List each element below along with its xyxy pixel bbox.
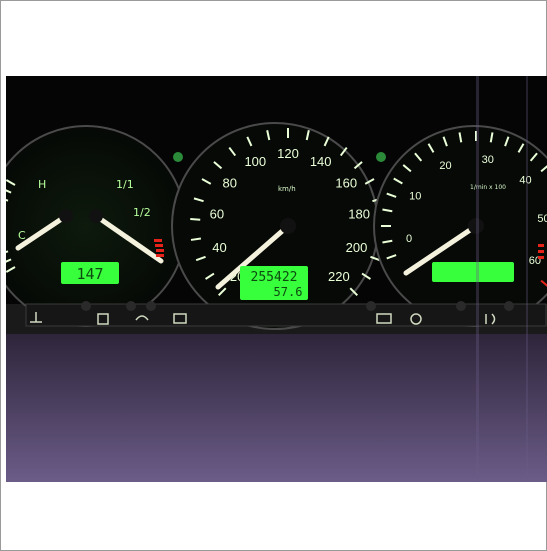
speed-unit: km/h bbox=[278, 185, 296, 193]
gauge-label: 140 bbox=[310, 154, 332, 169]
left-gauge-cluster: H C 1/1 1/2 147 bbox=[6, 125, 187, 327]
gauge-tick bbox=[190, 237, 202, 241]
tach-lcd bbox=[432, 262, 514, 282]
gauge-label: 120 bbox=[277, 146, 299, 161]
speedometer: 20406080100120140160180200220 km/h 25542… bbox=[171, 122, 386, 330]
gauge-label: 30 bbox=[482, 154, 494, 166]
trip-value: 57.6 bbox=[274, 285, 303, 299]
dashboard-lower-panel bbox=[6, 326, 547, 482]
left-lcd-value: 147 bbox=[76, 265, 103, 283]
gauge-label: 200 bbox=[346, 240, 368, 255]
gauge-label: 220 bbox=[328, 269, 350, 284]
gauge-label: 160 bbox=[335, 176, 357, 191]
gauge-tick bbox=[190, 218, 201, 221]
indicator-left-icon bbox=[173, 152, 183, 162]
gauge-label: 100 bbox=[244, 154, 266, 169]
gauge-label: 10 bbox=[409, 190, 421, 202]
indicator-right-icon bbox=[376, 152, 386, 162]
dashboard-photo: H C 1/1 1/2 147 20 40 60 80 100 120 140 160 180 2… bbox=[6, 76, 547, 482]
gauge-label: 60 bbox=[210, 207, 224, 222]
gauge-label: 0 bbox=[406, 233, 412, 245]
tachometer: 0102030405060 1/min x 100 bbox=[373, 125, 547, 327]
odometer-value: 255422 bbox=[251, 270, 298, 285]
gauge-label: 80 bbox=[223, 176, 237, 191]
temp-cold-label: C bbox=[18, 229, 26, 242]
gauge-label: 20 bbox=[439, 160, 451, 172]
temp-hot-label: H bbox=[38, 178, 46, 191]
gauge-label: 40 bbox=[519, 174, 531, 186]
gauge-label: 50 bbox=[537, 213, 547, 225]
tach-unit: 1/min x 100 bbox=[470, 184, 506, 191]
fuel-full-label: 1/1 bbox=[116, 178, 134, 191]
gauge-label: 180 bbox=[348, 207, 370, 222]
gauge-label: 40 bbox=[212, 240, 226, 255]
fuel-half-label: 1/2 bbox=[133, 206, 151, 219]
